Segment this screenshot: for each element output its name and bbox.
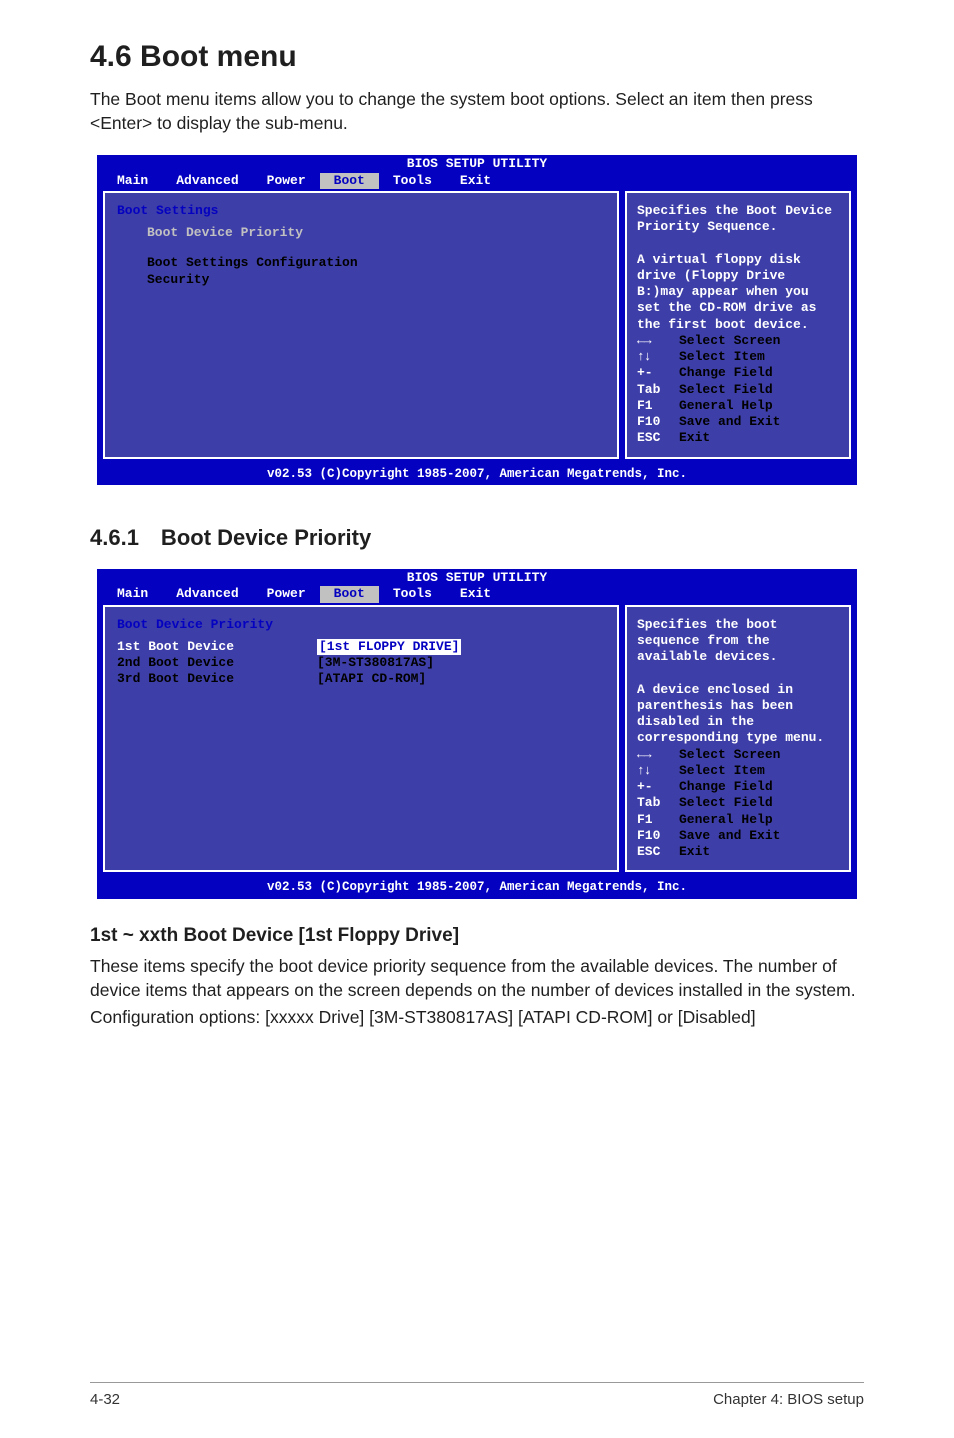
key-f1: F1 bbox=[637, 398, 679, 414]
key-legend: ←→Select Screen ↑↓Select Item +-Change F… bbox=[637, 333, 839, 447]
bios-title: BIOS SETUP UTILITY bbox=[97, 569, 857, 586]
tab-exit: Exit bbox=[446, 586, 505, 602]
bios-tab-bar: Main Advanced Power Boot Tools Exit bbox=[97, 586, 857, 604]
key-f1-desc: General Help bbox=[679, 812, 773, 828]
subsection-title: 4.6.1 Boot Device Priority bbox=[90, 525, 864, 551]
tab-advanced: Advanced bbox=[162, 586, 252, 602]
body-paragraph-1: These items specify the boot device prio… bbox=[90, 955, 864, 1002]
key-legend: ←→Select Screen ↑↓Select Item +-Change F… bbox=[637, 747, 839, 861]
tab-advanced: Advanced bbox=[162, 173, 252, 189]
key-f1: F1 bbox=[637, 812, 679, 828]
key-f1-desc: General Help bbox=[679, 398, 773, 414]
key-ud: ↑↓ bbox=[637, 763, 679, 779]
panel-heading: Boot Device Priority bbox=[117, 617, 605, 633]
key-lr: ←→ bbox=[637, 747, 679, 763]
key-ud-desc: Select Item bbox=[679, 763, 765, 779]
key-tab: Tab bbox=[637, 795, 679, 811]
key-lr-desc: Select Screen bbox=[679, 747, 780, 763]
tab-power: Power bbox=[253, 173, 320, 189]
key-tab-desc: Select Field bbox=[679, 382, 773, 398]
tab-exit: Exit bbox=[446, 173, 505, 189]
body-paragraph-2: Configuration options: [xxxxx Drive] [3M… bbox=[90, 1006, 864, 1030]
bios-title: BIOS SETUP UTILITY bbox=[97, 155, 857, 172]
tab-main: Main bbox=[103, 173, 162, 189]
menu-item-boot-settings-configuration: Boot Settings Configuration bbox=[117, 255, 605, 271]
bios-footer: v02.53 (C)Copyright 1985-2007, American … bbox=[97, 880, 857, 899]
tab-boot: Boot bbox=[320, 586, 379, 602]
key-f10: F10 bbox=[637, 828, 679, 844]
menu-item-security: Security bbox=[117, 272, 605, 288]
bios-left-panel: Boot Settings Boot Device Priority Boot … bbox=[103, 191, 619, 459]
bios-right-panel: Specifies the boot sequence from the ava… bbox=[625, 605, 851, 873]
page-number: 4-32 bbox=[90, 1391, 120, 1408]
section-title: 4.6 Boot menu bbox=[90, 40, 864, 74]
help-text: Specifies the boot sequence from the ava… bbox=[637, 617, 839, 747]
key-tab: Tab bbox=[637, 382, 679, 398]
bios-screenshot-1: BIOS SETUP UTILITY Main Advanced Power B… bbox=[97, 155, 857, 485]
key-f10-desc: Save and Exit bbox=[679, 414, 780, 430]
key-esc-desc: Exit bbox=[679, 430, 710, 446]
key-ud: ↑↓ bbox=[637, 349, 679, 365]
key-f10-desc: Save and Exit bbox=[679, 828, 780, 844]
tab-boot: Boot bbox=[320, 173, 379, 189]
key-tab-desc: Select Field bbox=[679, 795, 773, 811]
tab-main: Main bbox=[103, 586, 162, 602]
menu-item-boot-device-priority: Boot Device Priority bbox=[117, 225, 605, 241]
key-pm: +- bbox=[637, 365, 679, 381]
row3-label: 3rd Boot Device bbox=[117, 671, 317, 687]
key-esc-desc: Exit bbox=[679, 844, 710, 860]
key-pm-desc: Change Field bbox=[679, 365, 773, 381]
bios-screenshot-2: BIOS SETUP UTILITY Main Advanced Power B… bbox=[97, 569, 857, 899]
key-pm-desc: Change Field bbox=[679, 779, 773, 795]
key-esc: ESC bbox=[637, 430, 679, 446]
key-lr-desc: Select Screen bbox=[679, 333, 780, 349]
page-footer: 4-32 Chapter 4: BIOS setup bbox=[90, 1382, 864, 1408]
paragraph-heading: 1st ~ xxth Boot Device [1st Floppy Drive… bbox=[90, 925, 864, 947]
row3-value: [ATAPI CD-ROM] bbox=[317, 671, 426, 687]
panel-heading: Boot Settings bbox=[117, 203, 605, 219]
key-f10: F10 bbox=[637, 414, 679, 430]
intro-paragraph: The Boot menu items allow you to change … bbox=[90, 88, 864, 135]
row1-value: [1st FLOPPY DRIVE] bbox=[317, 639, 461, 655]
key-lr: ←→ bbox=[637, 333, 679, 349]
help-text: Specifies the Boot Device Priority Seque… bbox=[637, 203, 839, 333]
bios-tab-bar: Main Advanced Power Boot Tools Exit bbox=[97, 173, 857, 191]
tab-tools: Tools bbox=[379, 586, 446, 602]
key-pm: +- bbox=[637, 779, 679, 795]
chapter-label: Chapter 4: BIOS setup bbox=[713, 1391, 864, 1408]
key-ud-desc: Select Item bbox=[679, 349, 765, 365]
tab-tools: Tools bbox=[379, 173, 446, 189]
key-esc: ESC bbox=[637, 844, 679, 860]
bios-left-panel: Boot Device Priority 1st Boot Device [1s… bbox=[103, 605, 619, 873]
row1-label: 1st Boot Device bbox=[117, 639, 317, 655]
row2-label: 2nd Boot Device bbox=[117, 655, 317, 671]
bios-footer: v02.53 (C)Copyright 1985-2007, American … bbox=[97, 467, 857, 486]
tab-power: Power bbox=[253, 586, 320, 602]
row2-value: [3M-ST380817AS] bbox=[317, 655, 434, 671]
bios-right-panel: Specifies the Boot Device Priority Seque… bbox=[625, 191, 851, 459]
